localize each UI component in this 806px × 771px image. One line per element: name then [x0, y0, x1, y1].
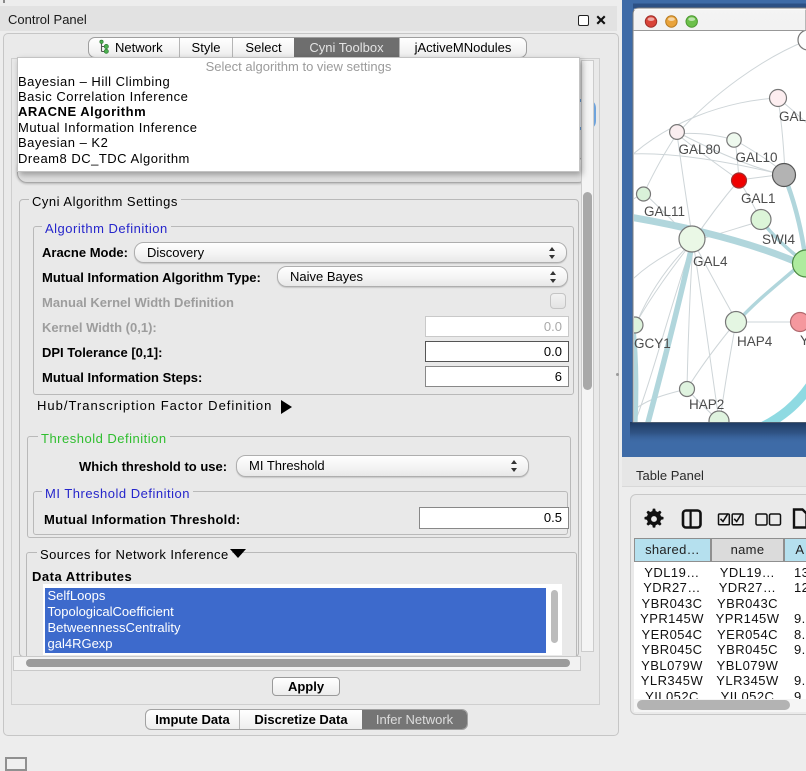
svg-text:HAP4: HAP4: [737, 334, 773, 349]
svg-text:GAL10: GAL10: [736, 150, 778, 165]
svg-text:HAP2: HAP2: [689, 397, 724, 412]
svg-text:GAL80: GAL80: [679, 142, 721, 157]
svg-text:SWI4: SWI4: [762, 232, 795, 247]
svg-text:Y: Y: [800, 333, 806, 348]
svg-text:GAL7: GAL7: [779, 109, 806, 124]
svg-text:GAL1: GAL1: [741, 191, 776, 206]
svg-text:GAL11: GAL11: [644, 204, 685, 219]
svg-text:GAL4: GAL4: [693, 254, 728, 269]
svg-text:GCY1: GCY1: [634, 336, 671, 351]
